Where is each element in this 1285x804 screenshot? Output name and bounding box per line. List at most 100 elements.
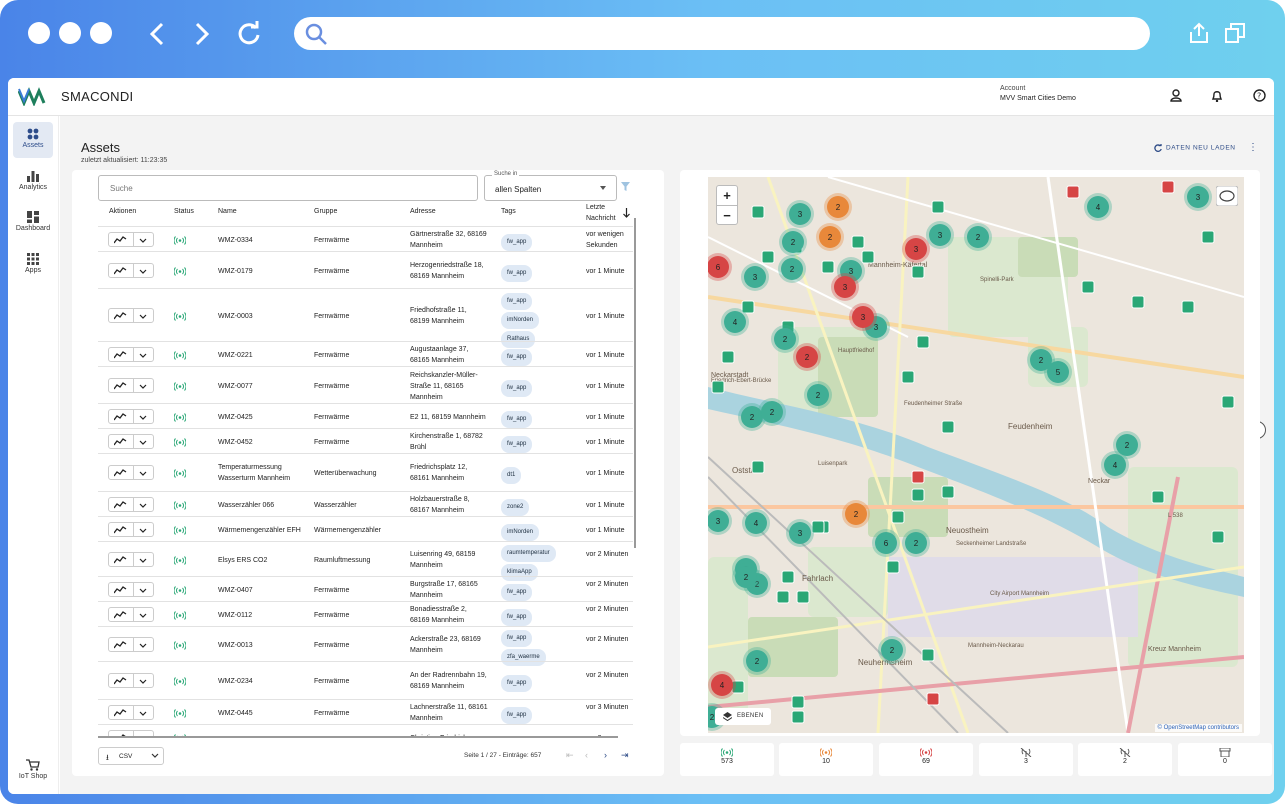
tag-chip[interactable]: fw_app — [501, 410, 533, 428]
col-header-tags[interactable]: Tags — [501, 208, 516, 215]
help-icon[interactable]: ? — [1253, 89, 1266, 102]
sidebar-item-assets[interactable]: Assets — [13, 122, 53, 158]
table-row[interactable]: WMZ-0452 Fernwärme Kirchenstraße 1, 68782 … — [98, 428, 633, 453]
tag-chip[interactable]: fw_app — [501, 292, 533, 310]
sensor-marker-icon[interactable] — [1211, 530, 1225, 544]
chevron-down-icon[interactable] — [139, 413, 147, 421]
address-bar[interactable] — [294, 17, 1150, 50]
search-input[interactable]: Suche — [98, 175, 478, 201]
tag-chip[interactable]: raumtemperatur — [501, 545, 556, 562]
sensor-marker-icon[interactable] — [751, 205, 765, 219]
row-actions-button[interactable] — [108, 497, 154, 512]
sensor-marker-icon[interactable] — [796, 590, 810, 604]
sensor-marker-icon[interactable] — [941, 485, 955, 499]
user-icon[interactable] — [1170, 89, 1182, 102]
col-header-actions[interactable]: Aktionen — [109, 208, 136, 215]
reload-data-button[interactable]: DATEN NEU LADEN — [1154, 143, 1236, 152]
sensor-marker-icon[interactable] — [791, 710, 805, 724]
sensor-marker-icon[interactable] — [851, 235, 865, 249]
tag-chip[interactable]: fw_app — [501, 379, 533, 397]
chevron-down-icon[interactable] — [139, 526, 147, 534]
tag-chip[interactable]: zone2 — [501, 498, 530, 516]
tag-chip[interactable]: fw_app — [501, 583, 533, 601]
tag-chip[interactable]: fw_app — [501, 630, 533, 647]
bell-icon[interactable] — [1211, 89, 1223, 102]
tag-chip[interactable]: fw_app — [501, 348, 533, 366]
chevron-down-icon[interactable] — [139, 586, 147, 594]
sensor-marker-icon[interactable] — [1131, 295, 1145, 309]
osm-link[interactable]: © OpenStreetMap — [1158, 725, 1206, 731]
chevron-down-icon[interactable] — [139, 267, 147, 275]
sensor-marker-icon[interactable] — [751, 460, 765, 474]
table-row[interactable]: WMZ-0445 Fernwärme Lachnerstraße 11, 68161… — [98, 699, 633, 724]
table-row[interactable]: WMZ-0179 Fernwärme Herzogenriedstraße 18, … — [98, 251, 633, 288]
row-actions-button[interactable] — [108, 347, 154, 362]
sensor-marker-icon[interactable] — [1181, 300, 1195, 314]
chevron-down-icon[interactable] — [139, 236, 147, 244]
first-page-icon[interactable]: ⇤ — [566, 750, 574, 761]
row-actions-button[interactable] — [108, 465, 154, 480]
sort-desc-icon[interactable] — [623, 208, 630, 218]
chevron-down-icon[interactable] — [139, 312, 147, 320]
filter-icon[interactable] — [621, 182, 630, 191]
row-actions-button[interactable] — [108, 705, 154, 720]
search-scope-select[interactable]: allen Spalten — [484, 175, 617, 201]
tag-chip[interactable]: imNorden — [501, 311, 540, 329]
sensor-marker-icon[interactable] — [916, 335, 930, 349]
tag-chip[interactable]: dt1 — [501, 466, 522, 484]
table-row[interactable]: Elsys ERS CO2 Raumluftmessung Luisenring 4… — [98, 541, 633, 581]
zoom-out-button[interactable]: − — [717, 205, 737, 225]
chevron-down-icon[interactable] — [139, 641, 147, 649]
row-actions-button[interactable] — [108, 263, 154, 278]
row-actions-button[interactable] — [108, 434, 154, 449]
status-count-card[interactable]: 69 — [879, 743, 973, 776]
tag-chip[interactable]: imNorden — [501, 523, 540, 541]
sensor-marker-icon[interactable] — [1066, 185, 1080, 199]
sensor-marker-icon[interactable] — [941, 420, 955, 434]
row-actions-button[interactable] — [108, 378, 154, 393]
table-row[interactable]: WMZ-0013 Fernwärme Ackerstraße 23, 68169 M… — [98, 626, 633, 666]
horizontal-scrollbar[interactable] — [98, 736, 618, 738]
sensor-marker-icon[interactable] — [911, 470, 925, 484]
vertical-scrollbar[interactable] — [634, 218, 636, 548]
sensor-marker-icon[interactable] — [911, 265, 925, 279]
status-count-card[interactable]: 10 — [779, 743, 873, 776]
status-count-card[interactable]: 3 — [979, 743, 1073, 776]
col-header-group[interactable]: Gruppe — [314, 208, 337, 215]
sidebar-item-dashboard[interactable]: Dashboard — [13, 205, 53, 241]
row-actions-button[interactable] — [108, 637, 154, 652]
sensor-marker-icon[interactable] — [861, 250, 875, 264]
tag-chip[interactable]: fw_app — [501, 706, 533, 724]
csv-export-button[interactable]: ⭳ CSV — [98, 747, 164, 765]
chevron-down-icon[interactable] — [139, 501, 147, 509]
tabs-icon[interactable] — [1224, 22, 1246, 44]
tag-chip[interactable]: fw_app — [501, 264, 533, 282]
sensor-marker-icon[interactable] — [821, 260, 835, 274]
sensor-marker-icon[interactable] — [791, 695, 805, 709]
col-header-address[interactable]: Adresse — [410, 208, 436, 215]
sensor-marker-icon[interactable] — [931, 200, 945, 214]
chevron-down-icon[interactable] — [139, 351, 147, 359]
sensor-marker-icon[interactable] — [781, 570, 795, 584]
chevron-down-icon[interactable] — [139, 709, 147, 717]
sidebar-item-apps[interactable]: Apps — [13, 247, 53, 283]
chevron-down-icon[interactable] — [139, 438, 147, 446]
table-row[interactable]: Temperaturmessung Wasserturm Mannheim Wet… — [98, 453, 633, 491]
status-count-card[interactable]: 2 — [1078, 743, 1172, 776]
more-menu-icon[interactable]: ⋮ — [1248, 142, 1258, 153]
asset-map[interactable]: Mannheim-Käfertal Neckarstadt Neuostheim Se… — [708, 177, 1244, 733]
row-actions-button[interactable] — [108, 552, 154, 567]
sensor-marker-icon[interactable] — [1201, 230, 1215, 244]
row-actions-button[interactable] — [108, 673, 154, 688]
tag-chip[interactable]: fw_app — [501, 608, 533, 626]
status-count-card[interactable]: 0 — [1178, 743, 1272, 776]
tag-chip[interactable]: fw_app — [501, 674, 533, 692]
chevron-down-icon[interactable] — [139, 382, 147, 390]
share-icon[interactable] — [1188, 22, 1210, 44]
next-page-icon[interactable]: › — [604, 750, 607, 760]
tag-chip[interactable]: fw_app — [501, 233, 533, 251]
row-actions-button[interactable] — [108, 409, 154, 424]
col-header-status[interactable]: Status — [174, 208, 194, 215]
table-row[interactable]: WMZ-0425 Fernwärme E2 11, 68159 Mannheim vo… — [98, 403, 633, 428]
row-actions-button[interactable] — [108, 232, 154, 247]
